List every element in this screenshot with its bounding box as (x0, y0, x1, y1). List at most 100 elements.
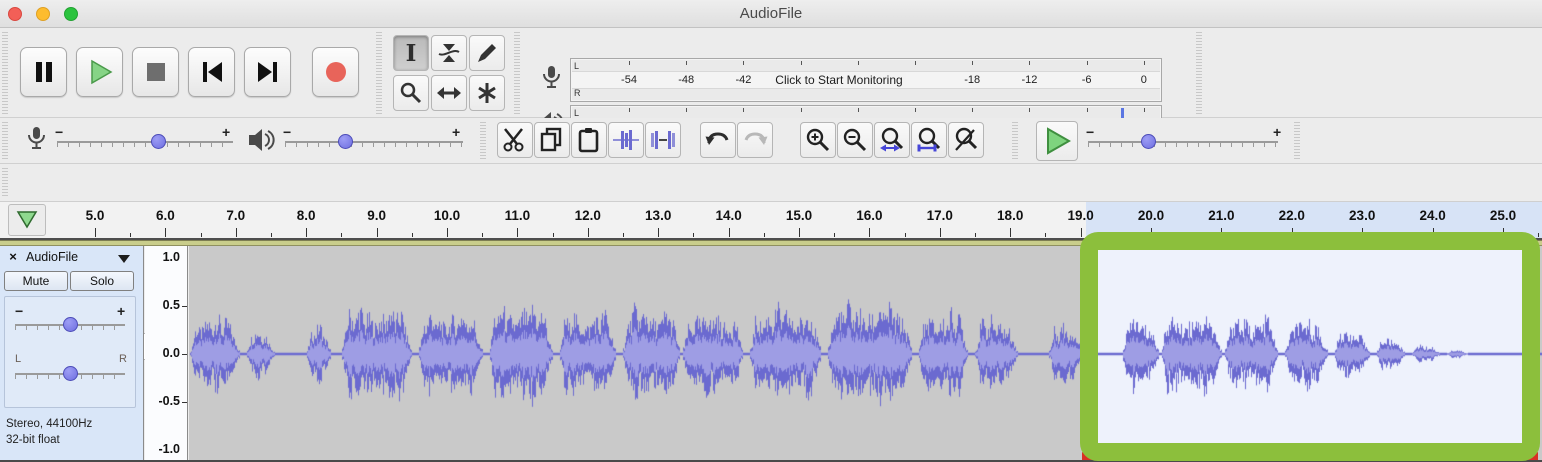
cut-button[interactable] (497, 122, 533, 158)
timeline-label: 21.0 (1208, 208, 1234, 223)
recording-meter-mic-icon[interactable] (538, 65, 564, 93)
selection-tool-button[interactable]: I (393, 35, 429, 71)
fit-project-button[interactable] (911, 122, 947, 158)
redo-button[interactable] (737, 122, 773, 158)
monitor-prompt[interactable]: Click to Start Monitoring (771, 73, 906, 87)
redo-icon (742, 127, 768, 153)
zoom-out-icon (842, 127, 868, 153)
skip-to-end-button[interactable] (244, 47, 291, 97)
undo-button[interactable] (700, 122, 736, 158)
gain-slider-thumb[interactable] (63, 317, 78, 332)
track-menu-caret-icon[interactable] (118, 255, 130, 263)
vertical-scale-label: 1.0 (163, 250, 180, 264)
draw-tool-button[interactable] (469, 35, 505, 71)
timeline-minor-tick (693, 233, 694, 237)
timeline-label: 20.0 (1138, 208, 1164, 223)
toolbar-grip[interactable] (376, 32, 382, 114)
play-button[interactable] (76, 47, 123, 97)
vertical-scale-label: 0.5 (163, 298, 180, 312)
skip-to-start-button[interactable] (188, 47, 235, 97)
time-shift-tool-icon (436, 81, 462, 105)
play-icon (87, 59, 113, 85)
timeline-major-tick (729, 228, 730, 237)
timeline-minor-tick (975, 233, 976, 237)
meter-tick (1087, 61, 1088, 65)
toolbar-grip[interactable] (480, 122, 486, 160)
timeline-major-tick (377, 228, 378, 237)
gain-min-label: − (15, 304, 23, 318)
timeline-label: 9.0 (367, 208, 386, 223)
vertical-scale-ruler[interactable]: 1.00.50.0-0.5-1.0 (145, 246, 188, 462)
timeline-minor-tick (482, 233, 483, 237)
meter-tick (801, 108, 802, 112)
output-volume-slider-ticks (285, 143, 463, 147)
play-at-speed-button[interactable] (1036, 121, 1078, 161)
meter-tick (686, 61, 687, 65)
vertical-scale-label: -1.0 (158, 442, 180, 456)
close-track-button[interactable]: × (5, 249, 21, 265)
stop-button[interactable] (132, 47, 179, 97)
meter-tick (858, 108, 859, 112)
zoom-tool-button[interactable] (393, 75, 429, 111)
fit-selection-icon (879, 127, 905, 153)
toolbar-grip[interactable] (1294, 122, 1300, 160)
toolbar-grip[interactable] (1196, 32, 1202, 114)
pause-button[interactable] (20, 47, 67, 97)
trim-audio-button[interactable] (608, 122, 644, 158)
toolbar-grip[interactable] (514, 32, 520, 114)
timeline-major-tick (1081, 228, 1082, 237)
fit-selection-button[interactable] (874, 122, 910, 158)
output-volume-slider-thumb[interactable] (338, 134, 353, 149)
meter-tick (1087, 108, 1088, 112)
toolbar-grip[interactable] (2, 168, 8, 198)
pan-slider-thumb[interactable] (63, 366, 78, 381)
playback-speed-slider-thumb[interactable] (1141, 134, 1156, 149)
multi-tool-icon (475, 81, 499, 105)
output-volume-max-label: + (452, 125, 460, 139)
meter-tick (743, 108, 744, 112)
recording-meter[interactable]: L R -54-48-42-18-12-60 Click to Start Mo… (570, 58, 1162, 102)
meter-tick (858, 61, 859, 65)
input-volume-min-label: − (55, 125, 63, 139)
zoom-out-button[interactable] (837, 122, 873, 158)
copy-button[interactable] (534, 122, 570, 158)
track-name[interactable]: AudioFile (26, 250, 78, 264)
input-volume-slider-thumb[interactable] (151, 134, 166, 149)
meter-tick (629, 61, 630, 65)
solo-button[interactable]: Solo (70, 271, 134, 291)
playback-speed-min-label: − (1086, 125, 1094, 139)
meter-scale-number: -48 (678, 74, 694, 86)
timeline-major-tick (1010, 228, 1011, 237)
vertical-scale-label: -0.5 (158, 394, 180, 408)
toolbar-grip[interactable] (1012, 122, 1018, 160)
meter-scale-number: -12 (1021, 74, 1037, 86)
record-icon (324, 60, 348, 84)
multi-tool-button[interactable] (469, 75, 505, 111)
audacity-window: AudioFile I (0, 0, 1542, 462)
zoom-toggle-button[interactable] (948, 122, 984, 158)
timeline-label: 25.0 (1490, 208, 1516, 223)
mute-button[interactable]: Mute (4, 271, 68, 291)
meter-tick (915, 108, 916, 112)
timeline-label: 12.0 (575, 208, 601, 223)
envelope-tool-button[interactable] (431, 35, 467, 71)
record-button[interactable] (312, 47, 359, 97)
timeline-minor-tick (1045, 233, 1046, 237)
toolbar-grip[interactable] (2, 122, 8, 160)
fit-project-icon (916, 127, 942, 153)
timeline-major-tick (799, 228, 800, 237)
meter-tick (915, 61, 916, 65)
silence-audio-button[interactable] (645, 122, 681, 158)
track-slider-panel: − + L R (4, 296, 136, 408)
meter-tick (1029, 108, 1030, 112)
meter-scale-number: 0 (1141, 74, 1147, 86)
timeline-major-tick (447, 228, 448, 237)
time-shift-tool-button[interactable] (431, 75, 467, 111)
zoom-in-icon (805, 127, 831, 153)
stop-icon (146, 62, 166, 82)
toolbar-grip[interactable] (2, 32, 8, 114)
meter-scale-number: -54 (621, 74, 637, 86)
paste-button[interactable] (571, 122, 607, 158)
zoom-in-button[interactable] (800, 122, 836, 158)
timeline-label: 22.0 (1279, 208, 1305, 223)
